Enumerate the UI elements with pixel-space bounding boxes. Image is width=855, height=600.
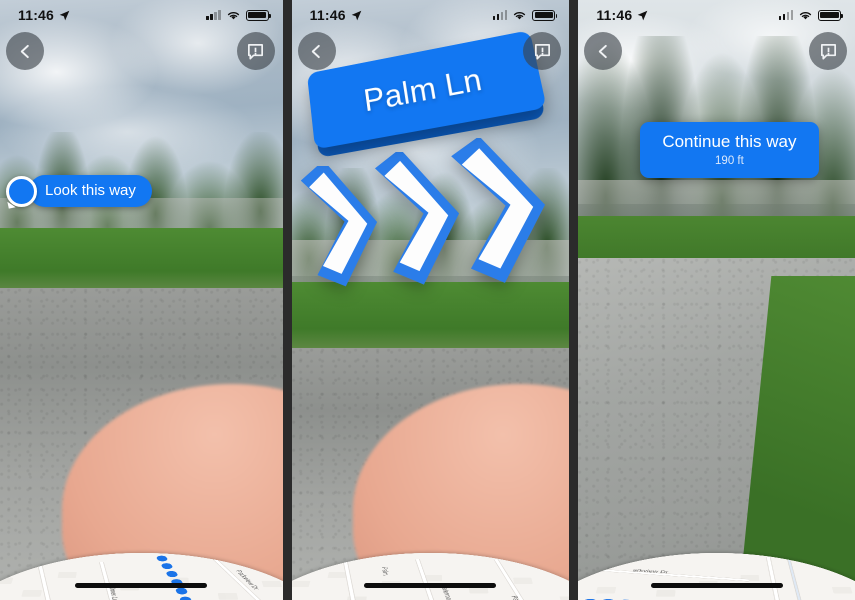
- look-this-way-banner[interactable]: Look this way: [6, 175, 152, 207]
- panel-divider: [282, 0, 292, 600]
- camera-view-3: [578, 0, 855, 600]
- home-indicator: [650, 583, 783, 588]
- report-problem-button[interactable]: [809, 32, 847, 70]
- map-street-label: Palm: [380, 566, 391, 576]
- continue-this-way-card[interactable]: Continue this way 190 ft: [640, 122, 819, 179]
- report-problem-icon: [820, 43, 836, 59]
- ar-chevron-3: [450, 138, 558, 290]
- panel-divider: [569, 0, 579, 600]
- home-indicator: [364, 583, 497, 588]
- location-pin-marker: [6, 175, 37, 207]
- three-panel-screenshot: 11:46 Look this way Palmer Ln Parkview D…: [0, 0, 855, 600]
- chevron-left-icon: [20, 44, 29, 58]
- phone-panel-3: 11:46 Continue this way 190 ft arkview D…: [578, 0, 855, 600]
- report-problem-icon: [534, 43, 550, 59]
- look-this-way-label: Look this way: [29, 175, 152, 207]
- continue-title: Continue this way: [662, 132, 797, 151]
- report-problem-icon: [248, 43, 264, 59]
- phone-panel-2: 11:46 Palm Ln Palm Palermo Ln: [291, 0, 570, 600]
- mini-map-2[interactable]: Belle Terre Pkwy od Dr Palm Ln Palm Pale…: [291, 552, 570, 600]
- route-path: [578, 553, 855, 600]
- route-path: [292, 553, 570, 600]
- mini-map-3[interactable]: arkview Dr Palmer Ln Palmer Ln ermo Ln W…: [578, 552, 855, 600]
- phone-panel-1: 11:46 Look this way Palmer Ln Parkview D…: [0, 0, 283, 600]
- report-problem-button[interactable]: [236, 32, 275, 70]
- ar-chevron-group: [292, 138, 570, 308]
- street-name-label: Palm Ln: [361, 61, 485, 118]
- back-button[interactable]: [6, 32, 44, 70]
- continue-distance: 190 ft: [715, 155, 744, 168]
- chevron-left-icon: [598, 44, 607, 58]
- camera-view-1: [0, 0, 283, 600]
- home-indicator: [75, 583, 208, 588]
- mini-map-1[interactable]: od Dr Palermo Ln Palmer Ln Palm Ln Parkv…: [0, 552, 283, 600]
- chevron-left-icon: [311, 44, 320, 58]
- back-button[interactable]: [297, 32, 336, 70]
